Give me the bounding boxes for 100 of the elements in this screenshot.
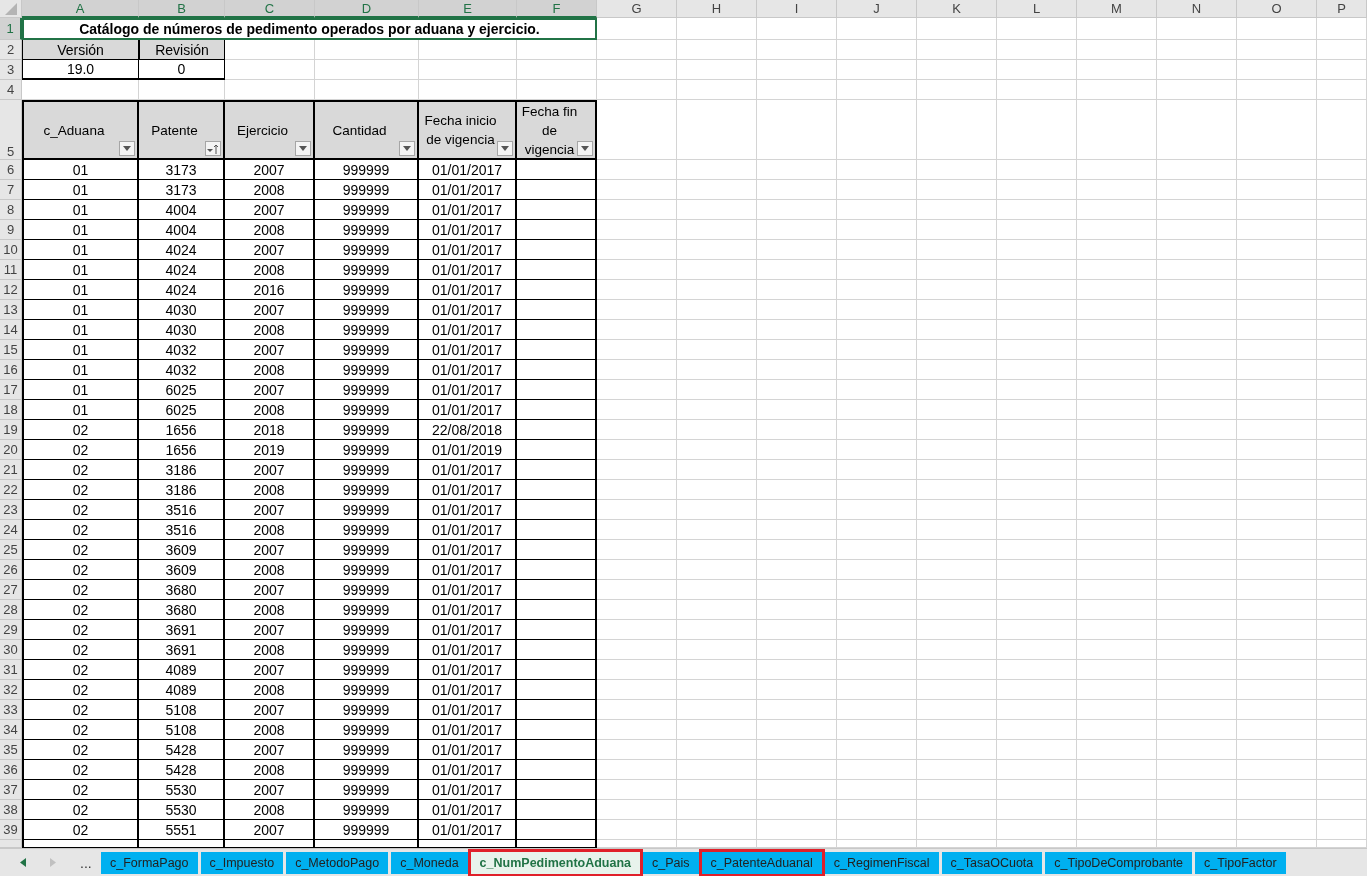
table-cell: 999999: [315, 620, 419, 640]
row-number[interactable]: 22: [0, 480, 22, 500]
row-number[interactable]: 25: [0, 540, 22, 560]
row-number[interactable]: 7: [0, 180, 22, 200]
row-number[interactable]: 11: [0, 260, 22, 280]
table-cell: 01/01/2017: [419, 600, 517, 620]
row-number[interactable]: 5: [0, 100, 22, 160]
row-number[interactable]: 19: [0, 420, 22, 440]
row-number[interactable]: 34: [0, 720, 22, 740]
column-header[interactable]: J: [837, 0, 917, 18]
table-cell: 01/01/2017: [419, 720, 517, 740]
row-number[interactable]: 17: [0, 380, 22, 400]
table-cell: 4089: [139, 680, 225, 700]
row-number[interactable]: 3: [0, 60, 22, 80]
row-number[interactable]: 23: [0, 500, 22, 520]
column-header[interactable]: G: [597, 0, 677, 18]
row-number[interactable]: 37: [0, 780, 22, 800]
table-cell: 4032: [139, 360, 225, 380]
scroll-left-icon[interactable]: [20, 858, 26, 867]
row-number[interactable]: 31: [0, 660, 22, 680]
row-number[interactable]: 16: [0, 360, 22, 380]
select-all-icon[interactable]: [4, 2, 17, 15]
title-cell[interactable]: Catálogo de números de pedimento operados por aduana y ejercicio.: [22, 18, 597, 40]
column-header[interactable]: F: [517, 0, 597, 18]
sheet-tab[interactable]: c_Pais: [643, 851, 699, 874]
sheet-tab[interactable]: c_Moneda: [391, 851, 468, 874]
table-cell: 01/01/2017: [419, 260, 517, 280]
table-cell: 999999: [315, 560, 419, 580]
column-header[interactable]: H: [677, 0, 757, 18]
row-number[interactable]: 15: [0, 340, 22, 360]
row-number[interactable]: 12: [0, 280, 22, 300]
column-header[interactable]: L: [997, 0, 1077, 18]
table-cell: 4032: [139, 340, 225, 360]
row-number[interactable]: 21: [0, 460, 22, 480]
table-cell: 01/01/2017: [419, 620, 517, 640]
table-cell: 1656: [139, 420, 225, 440]
table-cell: 01/01/2017: [419, 640, 517, 660]
filter-button[interactable]: [295, 141, 311, 156]
row-number[interactable]: 13: [0, 300, 22, 320]
row-number[interactable]: 30: [0, 640, 22, 660]
table-cell: 2007: [225, 700, 315, 720]
column-header[interactable]: E: [419, 0, 517, 18]
column-header[interactable]: A: [22, 0, 139, 18]
row-number[interactable]: 29: [0, 620, 22, 640]
row-number[interactable]: 4: [0, 80, 22, 100]
row-number[interactable]: 24: [0, 520, 22, 540]
filter-button[interactable]: [577, 141, 593, 156]
row-number[interactable]: 28: [0, 600, 22, 620]
filter-button[interactable]: [399, 141, 415, 156]
column-header[interactable]: D: [315, 0, 419, 18]
row-number[interactable]: 9: [0, 220, 22, 240]
row-header[interactable]: [0, 840, 22, 848]
column-header[interactable]: I: [757, 0, 837, 18]
column-header[interactable]: C: [225, 0, 315, 18]
row-number[interactable]: 39: [0, 820, 22, 840]
scroll-right-icon[interactable]: [50, 858, 56, 867]
table-cell: 999999: [315, 320, 419, 340]
filter-button[interactable]: [205, 141, 221, 156]
column-header[interactable]: O: [1237, 0, 1317, 18]
row-number[interactable]: 20: [0, 440, 22, 460]
column-header[interactable]: K: [917, 0, 997, 18]
table-cell: 01: [22, 320, 139, 340]
sheet-tab[interactable]: c_PatenteAduanal: [701, 851, 822, 874]
column-header[interactable]: B: [139, 0, 225, 18]
row-number[interactable]: 32: [0, 680, 22, 700]
sheet-tab[interactable]: c_Impuesto: [200, 851, 284, 874]
row-number[interactable]: 2: [0, 40, 22, 60]
table-cell: 02: [22, 540, 139, 560]
dropdown-arrow-icon: [299, 146, 307, 151]
table-cell: 999999: [315, 200, 419, 220]
row-number[interactable]: 26: [0, 560, 22, 580]
table-cell: 2007: [225, 660, 315, 680]
sheet-tab[interactable]: c_RegimenFiscal: [824, 851, 939, 874]
row-number[interactable]: 35: [0, 740, 22, 760]
row-number[interactable]: 6: [0, 160, 22, 180]
filter-button[interactable]: [119, 141, 135, 156]
column-header[interactable]: M: [1077, 0, 1157, 18]
column-header[interactable]: P: [1317, 0, 1367, 18]
row-number[interactable]: 14: [0, 320, 22, 340]
row-number[interactable]: 18: [0, 400, 22, 420]
sheet-tab[interactable]: c_NumPedimentoAduana: [470, 851, 641, 874]
row-number[interactable]: 33: [0, 700, 22, 720]
sheet-tab[interactable]: c_FormaPago: [101, 851, 198, 874]
row-number[interactable]: 1: [0, 18, 22, 40]
sheet-tab[interactable]: c_TipoFactor: [1195, 851, 1286, 874]
row-number[interactable]: 10: [0, 240, 22, 260]
sheet-tab[interactable]: c_TasaOCuota: [941, 851, 1043, 874]
column-header[interactable]: N: [1157, 0, 1237, 18]
sheet-tab[interactable]: c_MetodoPago: [286, 851, 389, 874]
table-cell: 01: [22, 360, 139, 380]
row-number[interactable]: 8: [0, 200, 22, 220]
filter-button[interactable]: [497, 141, 513, 156]
table-cell: 01/01/2017: [419, 480, 517, 500]
row-number[interactable]: 38: [0, 800, 22, 820]
more-sheets-button[interactable]: ...: [80, 854, 92, 871]
sheet-tab[interactable]: c_TipoDeComprobante: [1045, 851, 1193, 874]
row-number[interactable]: 36: [0, 760, 22, 780]
table-cell: 999999: [315, 780, 419, 800]
row-number[interactable]: 27: [0, 580, 22, 600]
table-cell: 3516: [139, 520, 225, 540]
